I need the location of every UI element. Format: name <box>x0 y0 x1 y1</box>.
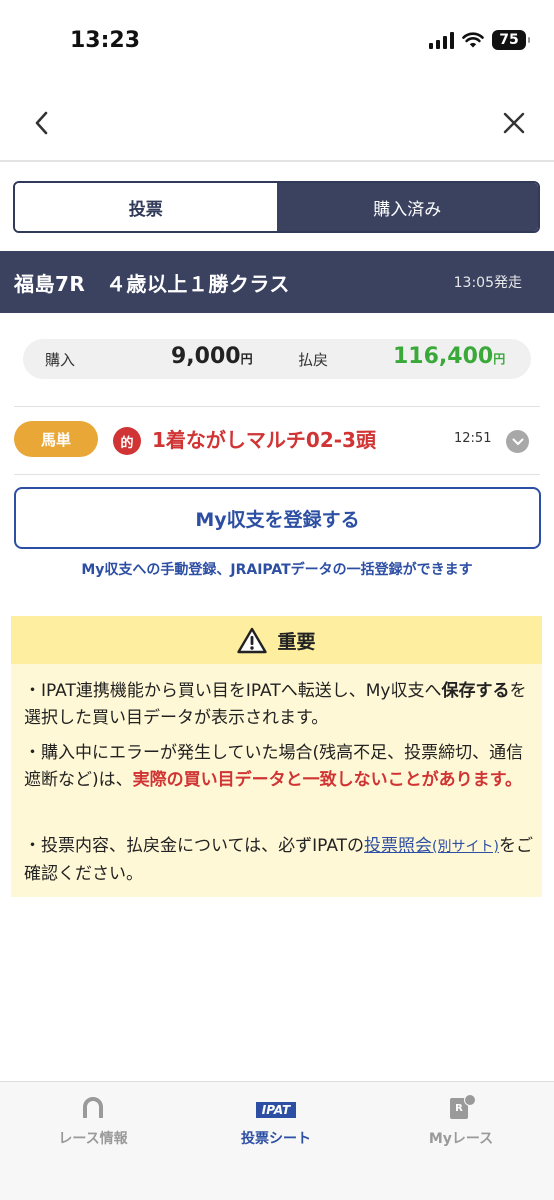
close-button[interactable] <box>502 111 526 139</box>
bet-type-badge: 馬単 <box>14 421 98 457</box>
battery-icon: 75 <box>492 30 530 50</box>
header-divider <box>0 160 554 162</box>
cellular-signal-icon <box>429 31 454 49</box>
important-title: 重要 <box>277 630 316 653</box>
tab-label: 投票シート <box>241 1131 311 1147</box>
payout-unit: 円 <box>493 352 506 366</box>
vote-inquiry-link[interactable]: 投票照会 <box>364 836 432 856</box>
external-site-link[interactable]: (別サイト) <box>432 839 499 855</box>
bet-description: 1着ながしマルチ02-3頭 <box>152 428 376 452</box>
notice-bold: 保存する <box>441 681 510 701</box>
notice-paragraph-2: ・購入中にエラーが発生していた場合(残高不足、投票締切、通信遮断など)は、実際の… <box>24 740 534 794</box>
important-header: 重要 <box>11 616 542 664</box>
divider <box>14 474 540 475</box>
tab-label: レース情報 <box>58 1131 128 1147</box>
my-race-icon: R <box>446 1094 476 1120</box>
purchase-label: 購入 <box>45 351 76 369</box>
expand-button[interactable] <box>506 430 529 453</box>
register-my-balance-button[interactable]: My収支を登録する <box>14 487 541 549</box>
close-icon <box>503 112 525 134</box>
notice-text: ・IPAT連携機能から買い目をIPATへ転送し、My収支へ <box>24 681 442 701</box>
my-balance-note: My収支への手動登録、JRAIPATデータの一括登録ができます <box>81 562 473 578</box>
check-icon <box>464 1094 476 1106</box>
chevron-left-icon <box>35 111 48 135</box>
payout-amount: 116,400 <box>393 344 494 369</box>
payout-label: 払戻 <box>298 351 329 369</box>
chevron-down-icon <box>512 438 523 445</box>
race-title: 福島7R ４歳以上１勝クラス <box>14 271 290 296</box>
notice-paragraph-3: ・投票内容、払戻金については、必ずIPATの投票照会(別サイト)をご確認ください… <box>24 833 534 888</box>
tab-label: Myレース <box>428 1131 494 1147</box>
hit-badge: 的 <box>113 427 141 455</box>
tab-race-info[interactable]: レース情報 <box>23 1094 163 1148</box>
race-start-time: 13:05発走 <box>453 275 522 291</box>
ipat-icon: IPAT <box>255 1102 297 1118</box>
notice-text: ・投票内容、払戻金については、必ずIPATの <box>24 836 365 856</box>
payout-amount-group: 116,400円 <box>393 344 505 369</box>
warning-icon <box>237 627 268 653</box>
horseshoe-icon <box>83 1097 103 1118</box>
tab-vote[interactable]: 投票 <box>15 183 277 231</box>
notice-paragraph-1: ・IPAT連携機能から買い目をIPATへ転送し、My収支へ保存するを選択した買い… <box>24 678 534 732</box>
purchase-amount-group: 9,000円 <box>171 344 253 369</box>
battery-level: 75 <box>499 32 519 48</box>
view-segment: 投票 購入済み <box>13 181 540 233</box>
purchase-amount: 9,000 <box>171 344 241 369</box>
status-time: 13:23 <box>70 28 141 53</box>
notice-warning-text: 実際の買い目データと一致しないことがあります。 <box>132 770 522 790</box>
status-icons: 75 <box>429 30 530 50</box>
bet-time: 12:51 <box>454 431 492 446</box>
tab-purchased[interactable]: 購入済み <box>276 183 538 231</box>
race-header: 福島7R ４歳以上１勝クラス 13:05発走 <box>0 251 554 313</box>
divider <box>14 406 540 407</box>
tab-my-race[interactable]: R Myレース <box>391 1094 531 1148</box>
tab-vote-sheet[interactable]: IPAT 投票シート <box>206 1094 346 1148</box>
purchase-unit: 円 <box>240 352 253 366</box>
wifi-icon <box>462 32 484 48</box>
back-button[interactable] <box>32 110 52 140</box>
